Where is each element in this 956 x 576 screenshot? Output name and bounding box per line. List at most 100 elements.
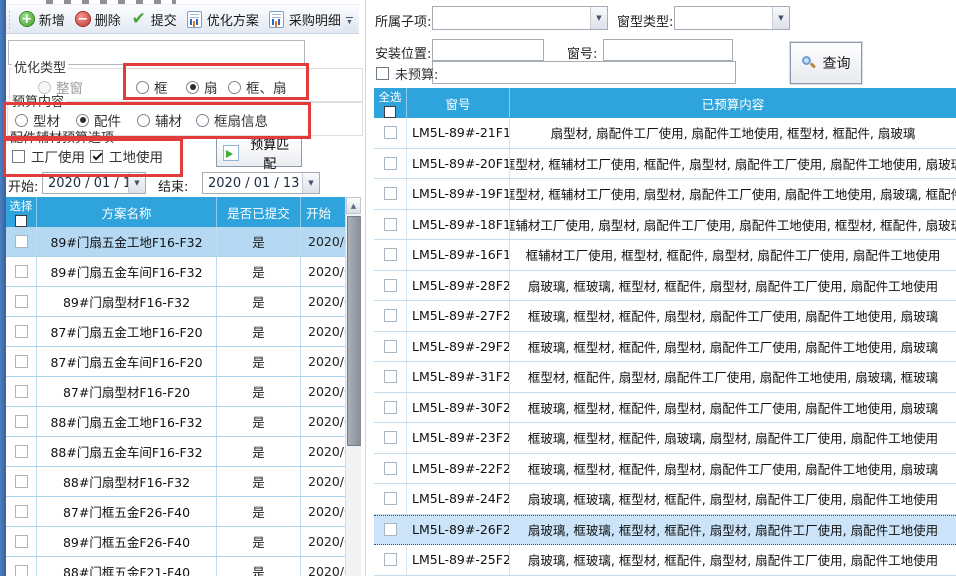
window-row[interactable]: LM5L-89#-20F18框型材, 框辅材工厂使用, 框配件, 扇型材, 扇配…	[374, 149, 956, 180]
window-row[interactable]: LM5L-89#-30F28框玻璃, 框型材, 框配件, 扇型材, 扇配件工厂使…	[374, 393, 956, 424]
row-checkbox[interactable]	[15, 445, 28, 458]
chevron-down-icon[interactable]: ▼	[302, 173, 319, 193]
radio-option-frame[interactable]: 框	[136, 77, 168, 97]
optimize-plan-button[interactable]: 优化方案	[183, 7, 263, 32]
radio-option-sash[interactable]: 扇	[186, 77, 218, 97]
submit-button[interactable]: ✔ 提交	[127, 7, 181, 32]
window-row[interactable]: LM5L-89#-24F22扇玻璃, 框玻璃, 框型材, 框配件, 扇型材, 扇…	[374, 484, 956, 515]
window-type-combo[interactable]: ▼	[674, 6, 790, 30]
checkbox-no-budget[interactable]: 未预算:	[376, 64, 438, 83]
window-row[interactable]: LM5L-89#-26F24扇玻璃, 框玻璃, 框型材, 框配件, 扇型材, 扇…	[374, 515, 956, 546]
row-checkbox[interactable]	[384, 157, 397, 170]
radio-option-auxiliary[interactable]: 辅材	[137, 110, 182, 130]
add-button[interactable]: + 新增	[15, 7, 69, 32]
window-row[interactable]: LM5L-89#-19F17框型材, 框辅材工厂使用, 扇型材, 扇配件工厂使用…	[374, 179, 956, 210]
row-checkbox[interactable]	[384, 523, 397, 536]
chevron-down-icon[interactable]: ▼	[128, 173, 145, 193]
plan-name-cell: 87#门扇型材F16-F20	[37, 377, 217, 406]
radio-option-frame-sash[interactable]: 框、扇	[228, 77, 287, 97]
row-checkbox[interactable]	[384, 492, 397, 505]
plan-row[interactable]: 89#门框五金F26-F40是2020/0	[6, 527, 345, 557]
window-row[interactable]: LM5L-89#-31F29框型材, 框配件, 扇型材, 扇配件工厂使用, 扇配…	[374, 362, 956, 393]
window-row[interactable]: LM5L-89#-29F27框玻璃, 框型材, 框配件, 扇型材, 扇配件工厂使…	[374, 332, 956, 363]
window-row[interactable]: LM5L-89#-16F15框辅材工厂使用, 框型材, 框配件, 扇型材, 扇配…	[374, 240, 956, 271]
row-checkbox[interactable]	[15, 265, 28, 278]
row-checkbox[interactable]	[384, 218, 397, 231]
row-checkbox[interactable]	[15, 385, 28, 398]
radio-icon	[76, 114, 89, 127]
plan-row[interactable]: 89#门扇五金工地F16-F32是2020/0	[6, 227, 345, 257]
checkbox-site-use[interactable]: 工地使用	[90, 146, 163, 166]
plan-row[interactable]: 89#门扇型材F16-F32是2020/0	[6, 287, 345, 317]
row-checkbox[interactable]	[15, 505, 28, 518]
row-checkbox[interactable]	[384, 126, 397, 139]
query-button[interactable]: 查询	[790, 42, 862, 84]
window-row[interactable]: LM5L-89#-27F25框玻璃, 框型材, 框配件, 扇型材, 扇配件工厂使…	[374, 301, 956, 332]
row-checkbox[interactable]	[15, 415, 28, 428]
window-row[interactable]: LM5L-89#-21F19扇型材, 扇配件工厂使用, 扇配件工地使用, 框型材…	[374, 118, 956, 149]
plan-row[interactable]: 87#门框五金F26-F40是2020/0	[6, 497, 345, 527]
plan-row[interactable]: 88#门扇型材F16-F32是2020/0	[6, 467, 345, 497]
window-row[interactable]: LM5L-89#-18F16框辅材工厂使用, 扇型材, 扇配件工厂使用, 扇配件…	[374, 210, 956, 241]
plan-header-start[interactable]: 开始	[301, 197, 345, 227]
scroll-up-icon[interactable]: ▲	[346, 197, 361, 214]
checkbox-factory-use[interactable]: 工厂使用	[12, 146, 85, 166]
row-checkbox[interactable]	[384, 279, 397, 292]
delete-icon: −	[75, 11, 91, 27]
budget-match-button[interactable]: 预算匹配	[216, 138, 302, 167]
scroll-thumb[interactable]	[347, 216, 361, 446]
plan-row[interactable]: 88#门扇五金工地F16-F32是2020/0	[6, 407, 345, 437]
row-checkbox[interactable]	[15, 565, 28, 576]
plan-row[interactable]: 88#门框五金F21-F40是2020/0	[6, 557, 345, 576]
row-checkbox[interactable]	[384, 370, 397, 383]
plan-row[interactable]: 87#门扇五金工地F16-F20是2020/0	[6, 317, 345, 347]
plan-name-cell: 89#门扇型材F16-F32	[37, 287, 217, 316]
plan-table-scrollbar[interactable]: ▲	[345, 197, 361, 576]
window-row[interactable]: LM5L-89#-22F20框玻璃, 框型材, 框配件, 扇型材, 扇配件工厂使…	[374, 454, 956, 485]
radio-option-whole-window[interactable]: 整窗	[38, 77, 83, 97]
radio-option-profile[interactable]: 型材	[15, 110, 60, 130]
row-checkbox[interactable]	[384, 248, 397, 261]
row-checkbox[interactable]	[384, 187, 397, 200]
plan-row[interactable]: 87#门扇五金车间F16-F20是2020/0	[6, 347, 345, 377]
plan-header-name[interactable]: 方案名称	[37, 197, 217, 227]
window-row[interactable]: LM5L-89#-23F21框玻璃, 框型材, 框配件, 扇玻璃, 扇型材, 扇…	[374, 423, 956, 454]
row-checkbox[interactable]	[384, 553, 397, 566]
row-checkbox[interactable]	[384, 462, 397, 475]
chevron-down-icon[interactable]: ▼	[590, 7, 607, 29]
delete-button[interactable]: − 删除	[71, 7, 125, 32]
select-all-checkbox[interactable]	[384, 106, 396, 118]
row-checkbox[interactable]	[384, 309, 397, 322]
row-checkbox[interactable]	[15, 355, 28, 368]
plan-header-submitted[interactable]: 是否已提交	[217, 197, 301, 227]
plan-row[interactable]: 89#门扇五金车间F16-F32是2020/0	[6, 257, 345, 287]
start-date-picker[interactable]: 2020 / 01 / 1 ▼	[42, 172, 146, 194]
toolbar-overflow-button[interactable]: ▼	[342, 12, 357, 31]
radio-option-accessory[interactable]: 配件	[76, 110, 121, 130]
chevron-down-icon[interactable]: ▼	[772, 7, 789, 29]
row-checkbox[interactable]	[15, 235, 28, 248]
select-all-checkbox[interactable]	[15, 215, 27, 227]
plan-row[interactable]: 87#门扇型材F16-F20是2020/0	[6, 377, 345, 407]
row-checkbox[interactable]	[15, 295, 28, 308]
row-checkbox[interactable]	[384, 431, 397, 444]
install-position-input[interactable]	[432, 39, 544, 61]
toolbar-grip-handle[interactable]	[9, 9, 10, 29]
end-date-picker[interactable]: 2020 / 01 / 13 ▼	[202, 172, 320, 194]
plan-row[interactable]: 88#门扇五金车间F16-F32是2020/0	[6, 437, 345, 467]
window-row[interactable]: LM5L-89#-25F23扇玻璃, 框玻璃, 框型材, 框配件, 扇型材, 扇…	[374, 545, 956, 576]
radio-option-frame-sash-info[interactable]: 框扇信息	[196, 110, 268, 130]
row-checkbox[interactable]	[384, 401, 397, 414]
row-checkbox[interactable]	[15, 325, 28, 338]
budget-header-window-no[interactable]: 窗号	[407, 88, 510, 118]
window-no-input[interactable]	[603, 39, 733, 61]
budgeted-content-cell: 框型材, 框辅材工厂使用, 扇型材, 扇配件工厂使用, 扇配件工地使用, 扇玻璃…	[510, 179, 956, 209]
budget-header-content[interactable]: 已预算内容	[510, 88, 956, 118]
window-row[interactable]: LM5L-89#-28F26扇玻璃, 框玻璃, 框型材, 框配件, 扇型材, 扇…	[374, 271, 956, 302]
row-checkbox[interactable]	[15, 535, 28, 548]
sub-item-combo[interactable]: ▼	[432, 6, 608, 30]
row-checkbox[interactable]	[15, 475, 28, 488]
no-budget-input[interactable]	[432, 61, 736, 84]
window-row-select-cell	[374, 362, 407, 392]
row-checkbox[interactable]	[384, 340, 397, 353]
